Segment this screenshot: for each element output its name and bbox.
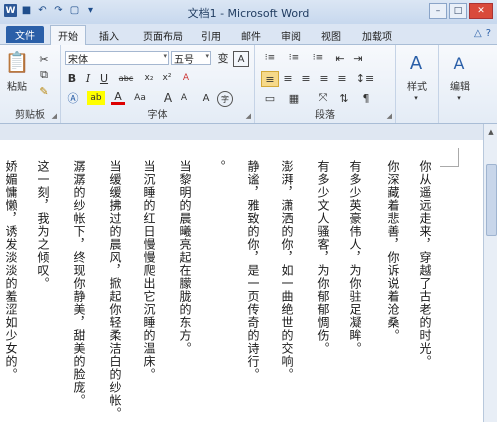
align-center-icon[interactable]: ≡ <box>281 71 295 85</box>
font-name-value: 宋体 <box>68 54 88 66</box>
ribbon-right-icons: △ ? <box>474 28 491 39</box>
enclose-characters-button[interactable]: 字 <box>217 91 233 107</box>
page-corner-mark <box>440 148 459 167</box>
chevron-down-icon[interactable]: ▾ <box>453 93 465 103</box>
ribbon-tab-row: 文件 开始 插入 页面布局 引用 邮件 审阅 视图 加载项 △ ? <box>0 24 497 45</box>
bullets-icon[interactable]: ⁝≡ <box>261 51 279 65</box>
text-column[interactable]: 。 <box>212 160 226 173</box>
text-column[interactable]: 澎湃，潇洒的你，如一曲绝世的交响。 <box>280 160 294 381</box>
numbering-icon[interactable]: ⁝≡ <box>285 51 303 65</box>
font-name-combo[interactable]: 宋体 ▾ <box>65 51 169 66</box>
text-column[interactable]: 当沉睡的红日慢慢爬出它沉睡的温床。 <box>142 160 156 381</box>
styles-label[interactable]: 样式 <box>398 79 436 93</box>
distributed-icon[interactable]: ≡ <box>335 71 349 85</box>
align-right-icon[interactable]: ≡ <box>299 71 313 85</box>
text-column[interactable]: 娇媚慵懒，诱发淡淡的羞涩如少女的。 <box>4 160 18 381</box>
sort-icon[interactable]: ⇅ <box>337 91 351 105</box>
shrink-font-button[interactable]: A <box>177 91 191 105</box>
styles-icon[interactable]: A <box>404 51 428 75</box>
vertical-scrollbar[interactable]: ▲ <box>483 124 497 422</box>
font-size-combo[interactable]: 五号 ▾ <box>171 51 211 66</box>
character-border-button[interactable]: A <box>233 51 249 67</box>
phonetic-guide-button[interactable]: 变 <box>215 51 231 65</box>
chevron-down-icon: ▾ <box>163 52 167 60</box>
tab-review[interactable]: 审阅 <box>276 27 306 43</box>
close-button[interactable]: ✕ <box>469 3 493 19</box>
line-spacing-icon[interactable]: ↕≡ <box>356 71 374 85</box>
tab-file[interactable]: 文件 <box>6 26 44 43</box>
tab-insert[interactable]: 插入 <box>92 27 126 43</box>
help-icon[interactable]: ? <box>486 28 491 39</box>
font-size-value: 五号 <box>174 54 194 66</box>
scroll-thumb[interactable] <box>486 164 497 236</box>
text-column[interactable]: 当黎明的晨曦亮起在朦胧的东方。 <box>178 160 192 355</box>
chinese-layout-icon[interactable]: ⤧ <box>315 91 331 105</box>
ribbon-minimize-icon[interactable]: △ <box>474 28 482 39</box>
text-column[interactable]: 有多少文人骚客，为你郁郁惆伤。 <box>316 160 330 355</box>
clear-formatting-icon[interactable]: A <box>179 71 193 85</box>
text-column[interactable]: 潺潺的纱帐下，终现你静美，甜美的脸庞。 <box>72 160 86 407</box>
maximize-button[interactable]: □ <box>449 3 467 19</box>
tab-references[interactable]: 引用 <box>196 27 226 43</box>
find-icon[interactable]: A <box>447 51 471 75</box>
change-case-button[interactable]: Aa <box>131 91 149 105</box>
chevron-down-icon: ▾ <box>205 52 209 60</box>
shading-icon[interactable]: ▭ <box>261 91 279 105</box>
text-column[interactable]: 这一刻，我为之倾叹。 <box>36 160 50 290</box>
window-controls: – □ ✕ <box>429 3 493 19</box>
tab-addins[interactable]: 加载项 <box>356 27 398 43</box>
tab-page-layout[interactable]: 页面布局 <box>136 27 190 43</box>
text-column[interactable]: 你深藏着悲善，你诉说着沧桑。 <box>386 160 400 342</box>
subscript-button[interactable]: x₂ <box>141 71 157 85</box>
multilevel-list-icon[interactable]: ⁝≡ <box>309 51 327 65</box>
text-column[interactable]: 当缓缓拂过的晨风，掀起你轻柔洁白的纱帐。 <box>108 160 122 420</box>
ruler-area <box>0 124 497 140</box>
minimize-button[interactable]: – <box>429 3 447 19</box>
cut-icon[interactable]: ✂ <box>38 53 50 66</box>
copy-icon[interactable]: ⧉ <box>38 68 50 81</box>
font-group-label: 字体 <box>147 110 168 121</box>
window-title: 文档1 - Microsoft Word <box>187 7 310 20</box>
decrease-indent-icon[interactable]: ⇤ <box>333 51 347 65</box>
text-column[interactable]: 你从遥远走来，穿越了古老的时光。 <box>418 160 432 368</box>
clipboard-launcher-icon[interactable]: ◢ <box>52 112 57 120</box>
align-left-icon[interactable]: ≡ <box>261 71 279 87</box>
styles-group: A 样式 ▾ <box>396 45 439 123</box>
highlight-color-icon[interactable]: ab <box>87 91 105 105</box>
format-painter-icon[interactable]: ✎ <box>38 85 50 98</box>
justify-icon[interactable]: ≡ <box>317 71 331 85</box>
bold-button[interactable]: B <box>65 71 79 85</box>
editing-group: A 编辑 ▾ <box>439 45 481 123</box>
paragraph-group-label: 段落 <box>315 110 335 121</box>
font-color-icon[interactable]: A <box>111 90 125 105</box>
ribbon: 📋 粘贴 ✂ ⧉ ✎ 剪贴板 ◢ 宋体 ▾ 五号 ▾ 变 A B I U abc x… <box>0 45 497 124</box>
grow-font-button[interactable]: A <box>161 91 175 105</box>
strikethrough-button[interactable]: abc <box>115 71 137 85</box>
scroll-up-icon[interactable]: ▲ <box>486 128 496 138</box>
tab-home[interactable]: 开始 <box>50 25 86 45</box>
paste-label[interactable]: 粘贴 <box>4 79 30 93</box>
borders-icon[interactable]: ▦ <box>285 91 303 105</box>
text-column[interactable]: 静谧，雅致的你，是一页传奇的诗行。 <box>246 160 260 381</box>
underline-button[interactable]: U <box>97 71 111 85</box>
increase-indent-icon[interactable]: ⇥ <box>351 51 365 65</box>
italic-button[interactable]: I <box>81 71 95 85</box>
paragraph-launcher-icon[interactable]: ◢ <box>387 112 392 120</box>
tab-mailings[interactable]: 邮件 <box>236 27 266 43</box>
chevron-down-icon[interactable]: ▾ <box>410 93 422 103</box>
tab-view[interactable]: 视图 <box>316 27 346 43</box>
text-column[interactable]: 有多少英豪伟人，为你驻足凝眸。 <box>348 160 362 355</box>
title-bar: W ■ ↶ ↷ ▢ ▾ 文档1 - Microsoft Word – □ ✕ <box>0 0 497 24</box>
font-group: 宋体 ▾ 五号 ▾ 变 A B I U abc x₂ x² A Ⓐ ab A Aa … <box>61 45 255 123</box>
font-launcher-icon[interactable]: ◢ <box>246 112 251 120</box>
clipboard-group: 📋 粘贴 ✂ ⧉ ✎ 剪贴板 ◢ <box>0 45 61 123</box>
show-marks-icon[interactable]: ¶ <box>359 91 373 105</box>
editing-label[interactable]: 编辑 <box>441 79 479 93</box>
paragraph-group: ⁝≡ ⁝≡ ⁝≡ ⇤ ⇥ ≡ ≡ ≡ ≡ ≡ ↕≡ ▭ ▦ ⤧ ⇅ ¶ 段落 ◢ <box>255 45 396 123</box>
superscript-button[interactable]: x² <box>159 71 175 85</box>
paste-icon[interactable]: 📋 <box>5 49 30 75</box>
character-shading-icon[interactable]: A <box>199 91 213 105</box>
text-effects-icon[interactable]: Ⓐ <box>65 91 81 105</box>
